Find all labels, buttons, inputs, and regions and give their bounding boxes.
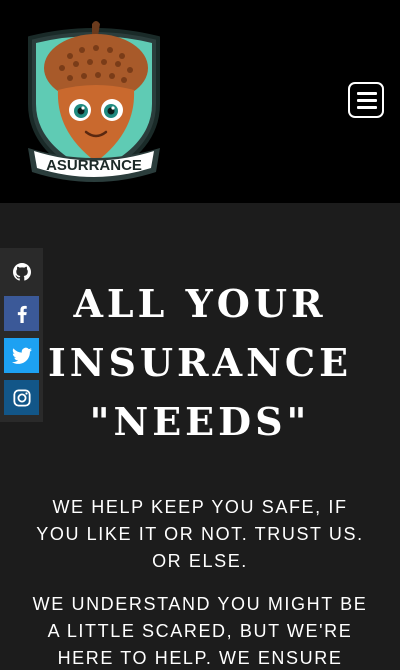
hamburger-menu-button[interactable] xyxy=(348,82,384,118)
logo-text: ASURRANCE xyxy=(46,157,142,174)
acorn-shield-logo[interactable]: ASURRANCE xyxy=(22,20,166,186)
hero-paragraph-2: WE UNDERSTAND YOU MIGHT BE A LITTLE SCAR… xyxy=(32,594,368,668)
site-header: ASURRANCE xyxy=(0,0,400,203)
hamburger-menu-icon-bar xyxy=(357,99,377,102)
page: ASURRANCE ALL YOUR INSURANCE "NEEDS" WE … xyxy=(0,0,400,670)
hero-title: ALL YOUR INSURANCE "NEEDS" xyxy=(20,274,380,451)
hero-paragraph-1: WE HELP KEEP YOU SAFE, IF YOU LIKE IT OR… xyxy=(36,497,364,571)
hero-title-line: "NEEDS" xyxy=(89,399,311,444)
hero-title-line: INSURANCE xyxy=(47,340,353,385)
hamburger-menu-icon-bar xyxy=(357,106,377,109)
hero-title-line: ALL YOUR xyxy=(73,281,327,326)
hamburger-menu-icon xyxy=(357,92,377,95)
